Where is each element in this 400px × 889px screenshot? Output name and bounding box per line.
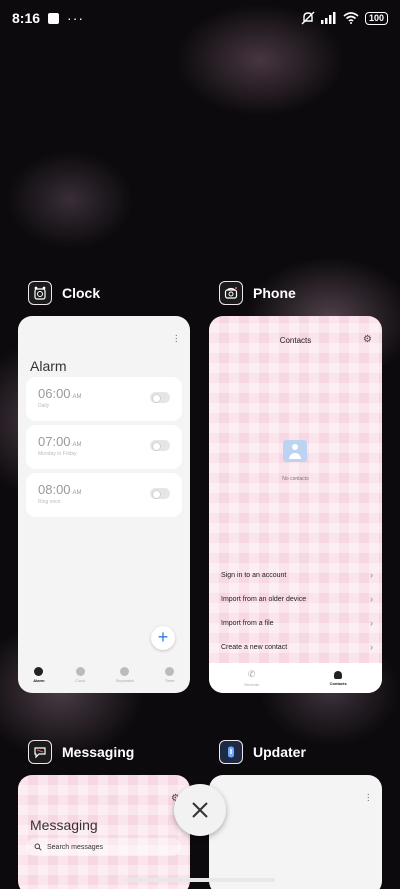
tab-clock[interactable]: Clock [75, 667, 85, 683]
no-contacts-label: No contacts [282, 476, 309, 482]
alarm-ampm: AM [72, 490, 82, 496]
tab-contacts[interactable]: Contacts [329, 670, 347, 686]
alarm-repeat: Daily [38, 403, 50, 409]
messaging-app-card[interactable]: ⚙ Messaging Search messages [18, 775, 190, 889]
alarm-ampm: AM [72, 394, 82, 400]
tab-recents[interactable]: ✆ Recents [244, 669, 259, 687]
contact-placeholder-icon [283, 440, 307, 462]
clock-icon [75, 667, 85, 676]
status-time: 8:16 [12, 10, 41, 26]
clear-all-button[interactable] [174, 784, 226, 836]
chevron-right-icon: › [370, 642, 373, 652]
home-indicator[interactable] [126, 878, 275, 882]
signal-icon [320, 12, 336, 24]
updater-app-icon [219, 740, 243, 764]
hourglass-icon [165, 667, 175, 676]
battery-icon: 100 [364, 11, 388, 25]
clock-bottom-nav: Alarm Clock Stopwatch Timer [18, 657, 190, 693]
clock-app-card[interactable]: · · · Alarm 06:00 AM Daily 07:00 AM Monday t… [18, 316, 190, 693]
wifi-icon [343, 12, 359, 24]
app-header-clock[interactable]: Clock [28, 281, 100, 305]
alarm-toggle[interactable] [150, 440, 170, 451]
create-contact-item[interactable]: Create a new contact › [221, 642, 373, 652]
alarm-repeat: Monday to Friday [38, 451, 77, 457]
tab-label: Clock [75, 678, 86, 683]
phone-app-icon [219, 281, 243, 305]
clock-app-icon [28, 281, 52, 305]
alarm-time: 06:00 [38, 386, 71, 401]
tab-alarm[interactable]: Alarm [33, 667, 45, 683]
mute-icon [301, 11, 315, 25]
phone-app-card[interactable]: Contacts ⚙ No contacts Sign in to an acc… [209, 316, 382, 693]
alarm-row[interactable]: 07:00 AM Monday to Friday [26, 425, 182, 469]
contacts-page-title: Contacts [279, 336, 312, 345]
sign-in-account-item[interactable]: Sign in to an account › [221, 570, 373, 580]
more-notifications-icon: ··· [67, 10, 85, 26]
alarm-time: 08:00 [38, 482, 71, 497]
app-label-messaging: Messaging [62, 744, 135, 760]
action-label: Import from an older device [221, 596, 307, 603]
alarm-time: 07:00 [38, 434, 71, 449]
app-header-phone[interactable]: Phone [219, 281, 296, 305]
more-options-icon[interactable]: · · · [175, 331, 178, 347]
status-bar: 8:16 ··· 100 [0, 0, 400, 36]
action-label: Sign in to an account [221, 572, 287, 579]
messaging-app-icon [28, 740, 52, 764]
chevron-right-icon: › [370, 570, 373, 580]
import-file-item[interactable]: Import from a file › [221, 618, 373, 628]
import-older-device-item[interactable]: Import from an older device › [221, 594, 373, 604]
tab-label: Timer [164, 678, 175, 683]
more-options-icon[interactable]: · · · [367, 790, 370, 806]
status-icons: 100 [301, 11, 388, 25]
tab-label: Recents [244, 682, 259, 687]
app-header-updater[interactable]: Updater [219, 740, 306, 764]
search-placeholder: Search messages [47, 843, 104, 851]
app-header-messaging[interactable]: Messaging [28, 740, 134, 764]
phone-bottom-nav: ✆ Recents Contacts [209, 663, 382, 693]
tab-label: Alarm [33, 678, 45, 683]
updater-app-card[interactable]: · · · [209, 775, 382, 889]
tab-label: Contacts [329, 680, 347, 686]
stopwatch-icon [120, 667, 130, 676]
alarm-repeat: Ring once [38, 499, 61, 505]
tab-label: Stopwatch [115, 678, 135, 683]
action-label: Import from a file [221, 620, 274, 627]
alarm-row[interactable]: 08:00 AM Ring once [26, 473, 182, 517]
add-alarm-button[interactable]: + [151, 626, 175, 650]
clock-page-title: Alarm [30, 358, 67, 374]
alarm-toggle[interactable] [150, 488, 170, 499]
chevron-right-icon: › [370, 618, 373, 628]
close-icon [192, 802, 208, 818]
search-messages-field[interactable]: Search messages [26, 838, 181, 856]
messaging-page-title: Messaging [30, 817, 98, 833]
notification-square-icon [48, 12, 60, 24]
tab-stopwatch[interactable]: Stopwatch [115, 667, 135, 683]
alarm-row[interactable]: 06:00 AM Daily [26, 377, 182, 421]
action-label: Create a new contact [221, 644, 288, 651]
settings-gear-icon[interactable]: ⚙ [363, 334, 372, 345]
app-label-phone: Phone [253, 285, 296, 301]
phone-icon: ✆ [247, 669, 256, 679]
search-icon [34, 843, 42, 851]
chevron-right-icon: › [370, 594, 373, 604]
alarm-ampm: AM [72, 442, 82, 448]
app-label-updater: Updater [253, 744, 306, 760]
app-label-clock: Clock [62, 285, 101, 301]
alarm-toggle[interactable] [150, 392, 170, 403]
person-icon [334, 670, 343, 679]
tab-timer[interactable]: Timer [165, 667, 175, 683]
alarm-icon [34, 667, 44, 676]
